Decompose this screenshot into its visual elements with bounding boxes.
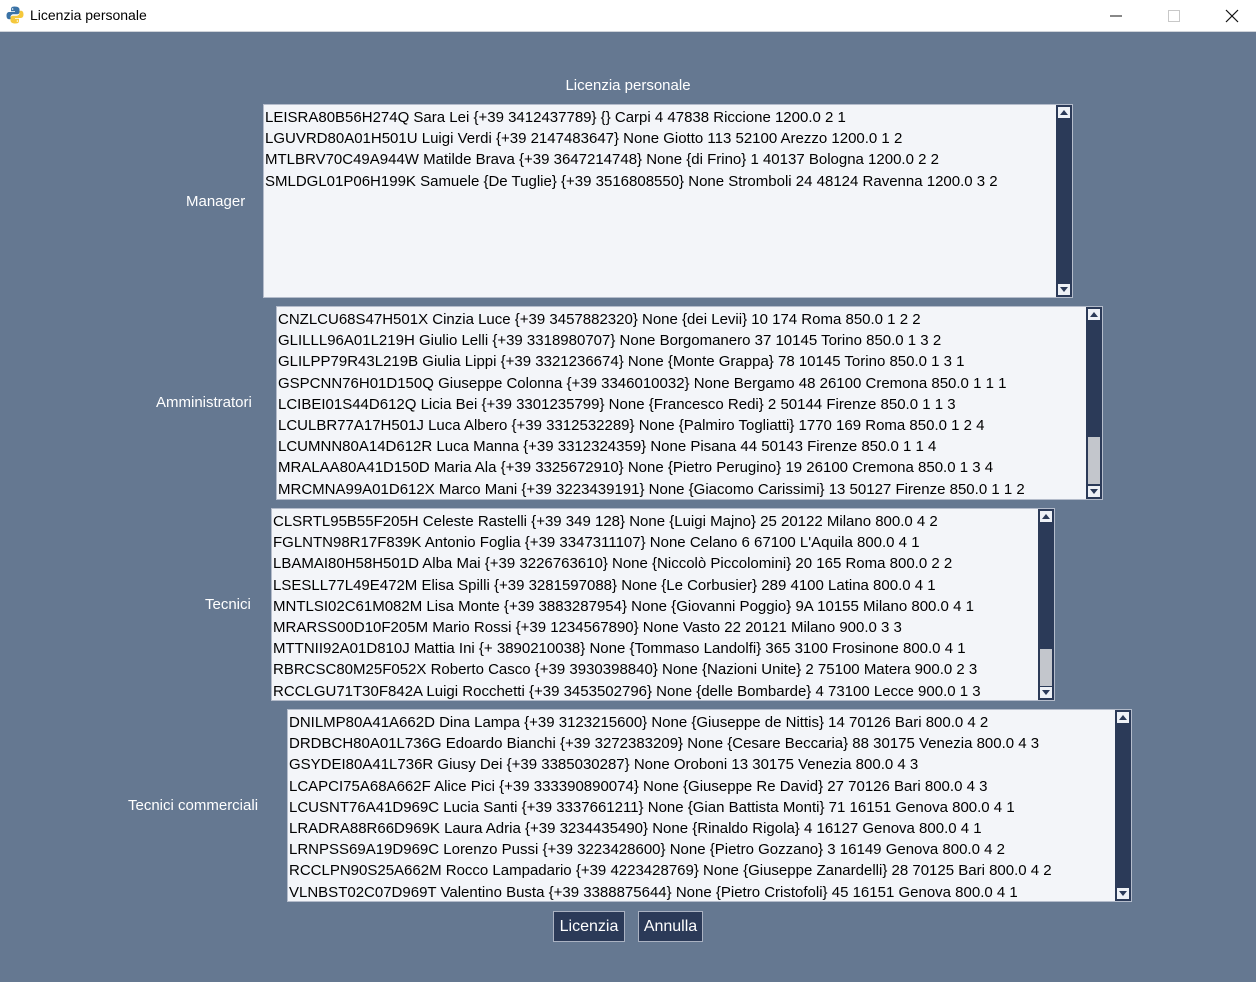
list-item[interactable]: MTTNII92A01D810J Mattia Ini {+ 389021003… [273, 638, 1036, 659]
scroll-thumb[interactable] [1040, 649, 1052, 686]
list-item[interactable]: RCCLPN90S25A662M Rocco Lampadario {+39 4… [289, 860, 1113, 881]
window-title: Licenzia personale [30, 7, 147, 23]
list-item[interactable]: CNZLCU68S47H501X Cinzia Luce {+39 345788… [278, 309, 1084, 330]
maximize-button[interactable] [1145, 0, 1203, 31]
close-button[interactable] [1203, 0, 1256, 31]
list-item[interactable]: LCIBEI01S44D612Q Licia Bei {+39 33012357… [278, 394, 1084, 415]
list-item[interactable]: GSPCNN76H01D150Q Giuseppe Colonna {+39 3… [278, 373, 1084, 394]
scroll-up-icon[interactable] [1040, 511, 1052, 522]
list-item[interactable]: MRCMNA99A01D612X Marco Mani {+39 3223439… [278, 479, 1084, 499]
maximize-icon [1168, 9, 1180, 22]
list-item[interactable]: VLNBST02C07D969T Valentino Busta {+39 33… [289, 882, 1113, 901]
tecnici-commerciali-listbox[interactable]: DNILMP80A41A662D Dina Lampa {+39 3123215… [287, 709, 1132, 902]
scroll-up-icon[interactable] [1117, 712, 1129, 723]
list-item[interactable]: DNILMP80A41A662D Dina Lampa {+39 3123215… [289, 712, 1113, 733]
scroll-down-icon[interactable] [1088, 486, 1100, 497]
scroll-up-icon[interactable] [1088, 309, 1100, 320]
list-item[interactable]: LCUMNN80A14D612R Luca Manna {+39 3312324… [278, 436, 1084, 457]
list-item[interactable]: LGUVRD80A01H501U Luigi Verdi {+39 214748… [265, 128, 1054, 149]
list-item[interactable]: LEISRA80B56H274Q Sara Lei {+39 341243778… [265, 107, 1054, 128]
tecnici-label: Tecnici [205, 596, 251, 613]
list-item[interactable]: LCAPCI75A68A662F Alice Pici {+39 3333908… [289, 776, 1113, 797]
manager-label: Manager [186, 193, 246, 210]
minimize-icon [1110, 15, 1122, 16]
list-item[interactable]: GLILPP79R43L219B Giulia Lippi {+39 33212… [278, 351, 1084, 372]
list-item[interactable]: RCCLGU71T30F842A Luigi Rocchetti {+39 34… [273, 681, 1036, 700]
tecnici-commerciali-list: DNILMP80A41A662D Dina Lampa {+39 3123215… [289, 712, 1113, 901]
annulla-button[interactable]: Annulla [638, 911, 703, 942]
list-item[interactable]: RBRCSC80M25F052X Roberto Casco {+39 3930… [273, 659, 1036, 680]
list-item[interactable]: FGLNTN98R17F839K Antonio Foglia {+39 334… [273, 532, 1036, 553]
manager-listbox[interactable]: LEISRA80B56H274Q Sara Lei {+39 341243778… [263, 104, 1073, 298]
manager-scrollbar[interactable] [1056, 105, 1072, 297]
python-icon [5, 5, 25, 25]
page-title: Licenzia personale [565, 77, 691, 94]
amministratori-list: CNZLCU68S47H501X Cinzia Luce {+39 345788… [278, 309, 1084, 499]
amministratori-listbox[interactable]: CNZLCU68S47H501X Cinzia Luce {+39 345788… [276, 306, 1103, 500]
list-item[interactable]: LSESLL77L49E472M Elisa Spilli {+39 32815… [273, 575, 1036, 596]
tecnici-commerciali-label: Tecnici commerciali [128, 797, 259, 814]
list-item[interactable]: MTLBRV70C49A944W Matilde Brava {+39 3647… [265, 149, 1054, 170]
manager-list: LEISRA80B56H274Q Sara Lei {+39 341243778… [265, 107, 1054, 192]
list-item[interactable]: LRADRA88R66D969K Laura Adria {+39 323443… [289, 818, 1113, 839]
list-item[interactable]: MNTLSI02C61M082M Lisa Monte {+39 3883287… [273, 596, 1036, 617]
minimize-button[interactable] [1087, 0, 1145, 31]
tecnici-list: CLSRTL95B55F205H Celeste Rastelli {+39 3… [273, 511, 1036, 700]
scroll-up-icon[interactable] [1058, 107, 1070, 118]
list-item[interactable]: LRNPSS69A19D969C Lorenzo Pussi {+39 3223… [289, 839, 1113, 860]
amministratori-scrollbar[interactable] [1086, 307, 1102, 499]
list-item[interactable]: MRALAA80A41D150D Maria Ala {+39 33256729… [278, 457, 1084, 478]
list-item[interactable]: LCULBR77A17H501J Luca Albero {+39 331253… [278, 415, 1084, 436]
list-item[interactable]: SMLDGL01P06H199K Samuele {De Tuglie} {+3… [265, 171, 1054, 192]
list-item[interactable]: MRARSS00D10F205M Mario Rossi {+39 123456… [273, 617, 1036, 638]
tecnici-commerciali-scrollbar[interactable] [1115, 710, 1131, 901]
list-item[interactable]: GLILLL96A01L219H Giulio Lelli {+39 33189… [278, 330, 1084, 351]
list-item[interactable]: DRDBCH80A01L736G Edoardo Bianchi {+39 32… [289, 733, 1113, 754]
tecnici-scrollbar[interactable] [1038, 509, 1054, 700]
list-item[interactable]: LCUSNT76A41D969C Lucia Santi {+39 333766… [289, 797, 1113, 818]
scroll-thumb[interactable] [1088, 437, 1100, 484]
title-bar: Licenzia personale [0, 0, 1256, 32]
list-item[interactable]: CLSRTL95B55F205H Celeste Rastelli {+39 3… [273, 511, 1036, 532]
list-item[interactable]: GSYDEI80A41L736R Giusy Dei {+39 33850302… [289, 754, 1113, 775]
scroll-down-icon[interactable] [1040, 687, 1052, 698]
scroll-down-icon[interactable] [1058, 284, 1070, 295]
list-item[interactable]: LBAMAI80H58H501D Alba Mai {+39 322676361… [273, 553, 1036, 574]
licenzia-button[interactable]: Licenzia [553, 911, 625, 942]
scroll-down-icon[interactable] [1117, 888, 1129, 899]
tecnici-listbox[interactable]: CLSRTL95B55F205H Celeste Rastelli {+39 3… [271, 508, 1055, 701]
amministratori-label: Amministratori [156, 394, 252, 411]
close-icon [1225, 9, 1239, 22]
